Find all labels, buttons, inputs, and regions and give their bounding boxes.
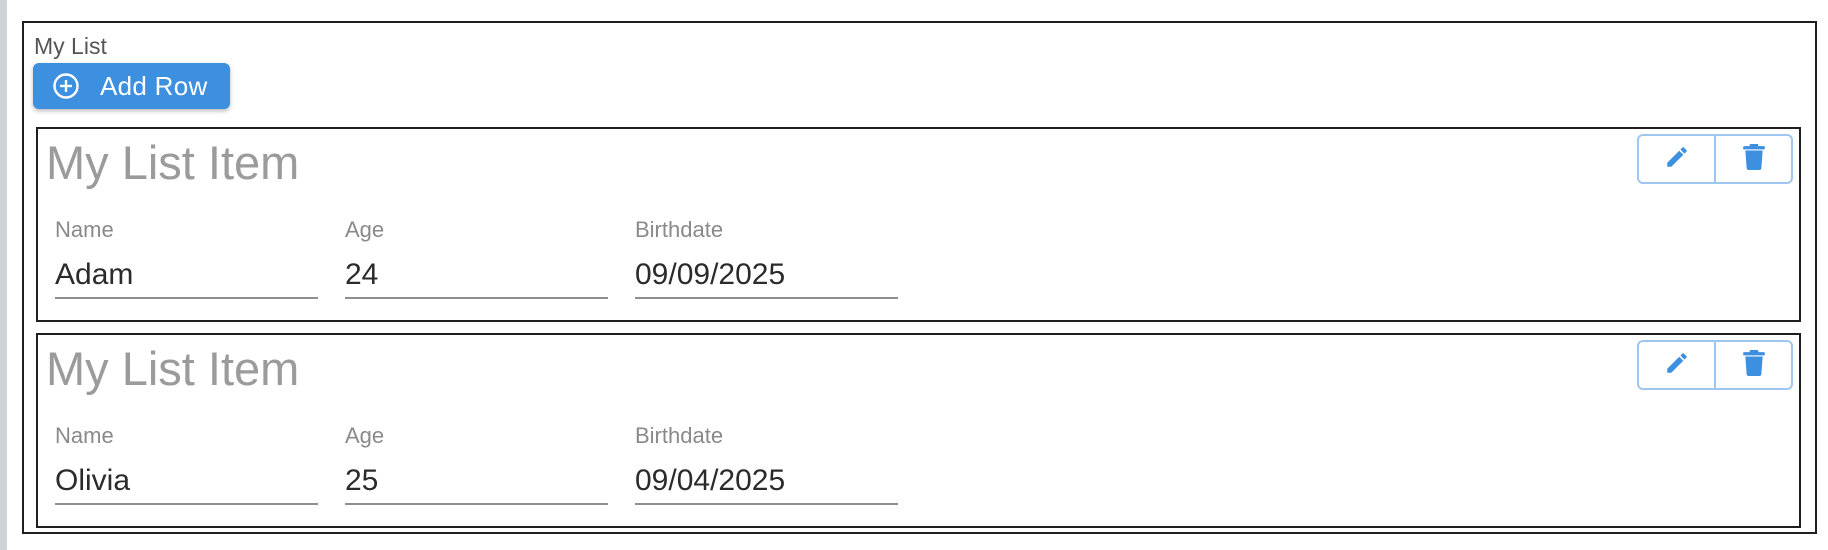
birthdate-value[interactable]: 09/04/2025 xyxy=(635,463,898,505)
birthdate-label: Birthdate xyxy=(635,217,724,242)
delete-button[interactable] xyxy=(1714,136,1791,182)
window-edge xyxy=(0,0,7,550)
name-value[interactable]: Adam xyxy=(55,257,318,299)
list-item-title: My List Item xyxy=(46,136,300,189)
name-label: Name xyxy=(55,217,114,242)
birthdate-field: Birthdate 09/04/2025 xyxy=(635,423,898,505)
pencil-icon xyxy=(1664,350,1690,381)
age-value[interactable]: 24 xyxy=(345,257,608,299)
age-field: Age 24 xyxy=(345,217,608,299)
name-field: Name Adam xyxy=(55,217,318,299)
age-label: Age xyxy=(345,217,385,242)
birthdate-label: Birthdate xyxy=(635,423,724,448)
list-item: My List Item Name xyxy=(36,127,1801,322)
name-field: Name Olivia xyxy=(55,423,318,505)
list-label: My List xyxy=(34,33,107,59)
pencil-icon xyxy=(1664,144,1690,175)
trash-icon xyxy=(1742,349,1765,381)
trash-icon xyxy=(1742,143,1765,175)
age-field: Age 25 xyxy=(345,423,608,505)
delete-button[interactable] xyxy=(1714,342,1791,388)
list-panel: My List Add Row My List Item Name Adam A… xyxy=(22,21,1817,534)
add-row-label: Add Row xyxy=(100,70,208,101)
age-value[interactable]: 25 xyxy=(345,463,608,505)
item-actions xyxy=(1637,340,1793,390)
edit-button[interactable] xyxy=(1639,136,1714,182)
list-item: My List Item Name xyxy=(36,333,1801,528)
edit-button[interactable] xyxy=(1639,342,1714,388)
age-label: Age xyxy=(345,423,385,448)
add-row-button[interactable]: Add Row xyxy=(33,63,230,109)
item-actions xyxy=(1637,134,1793,184)
name-label: Name xyxy=(55,423,114,448)
birthdate-field: Birthdate 09/09/2025 xyxy=(635,217,898,299)
plus-circle-icon xyxy=(52,72,80,100)
list-item-title: My List Item xyxy=(46,342,300,395)
name-value[interactable]: Olivia xyxy=(55,463,318,505)
birthdate-value[interactable]: 09/09/2025 xyxy=(635,257,898,299)
